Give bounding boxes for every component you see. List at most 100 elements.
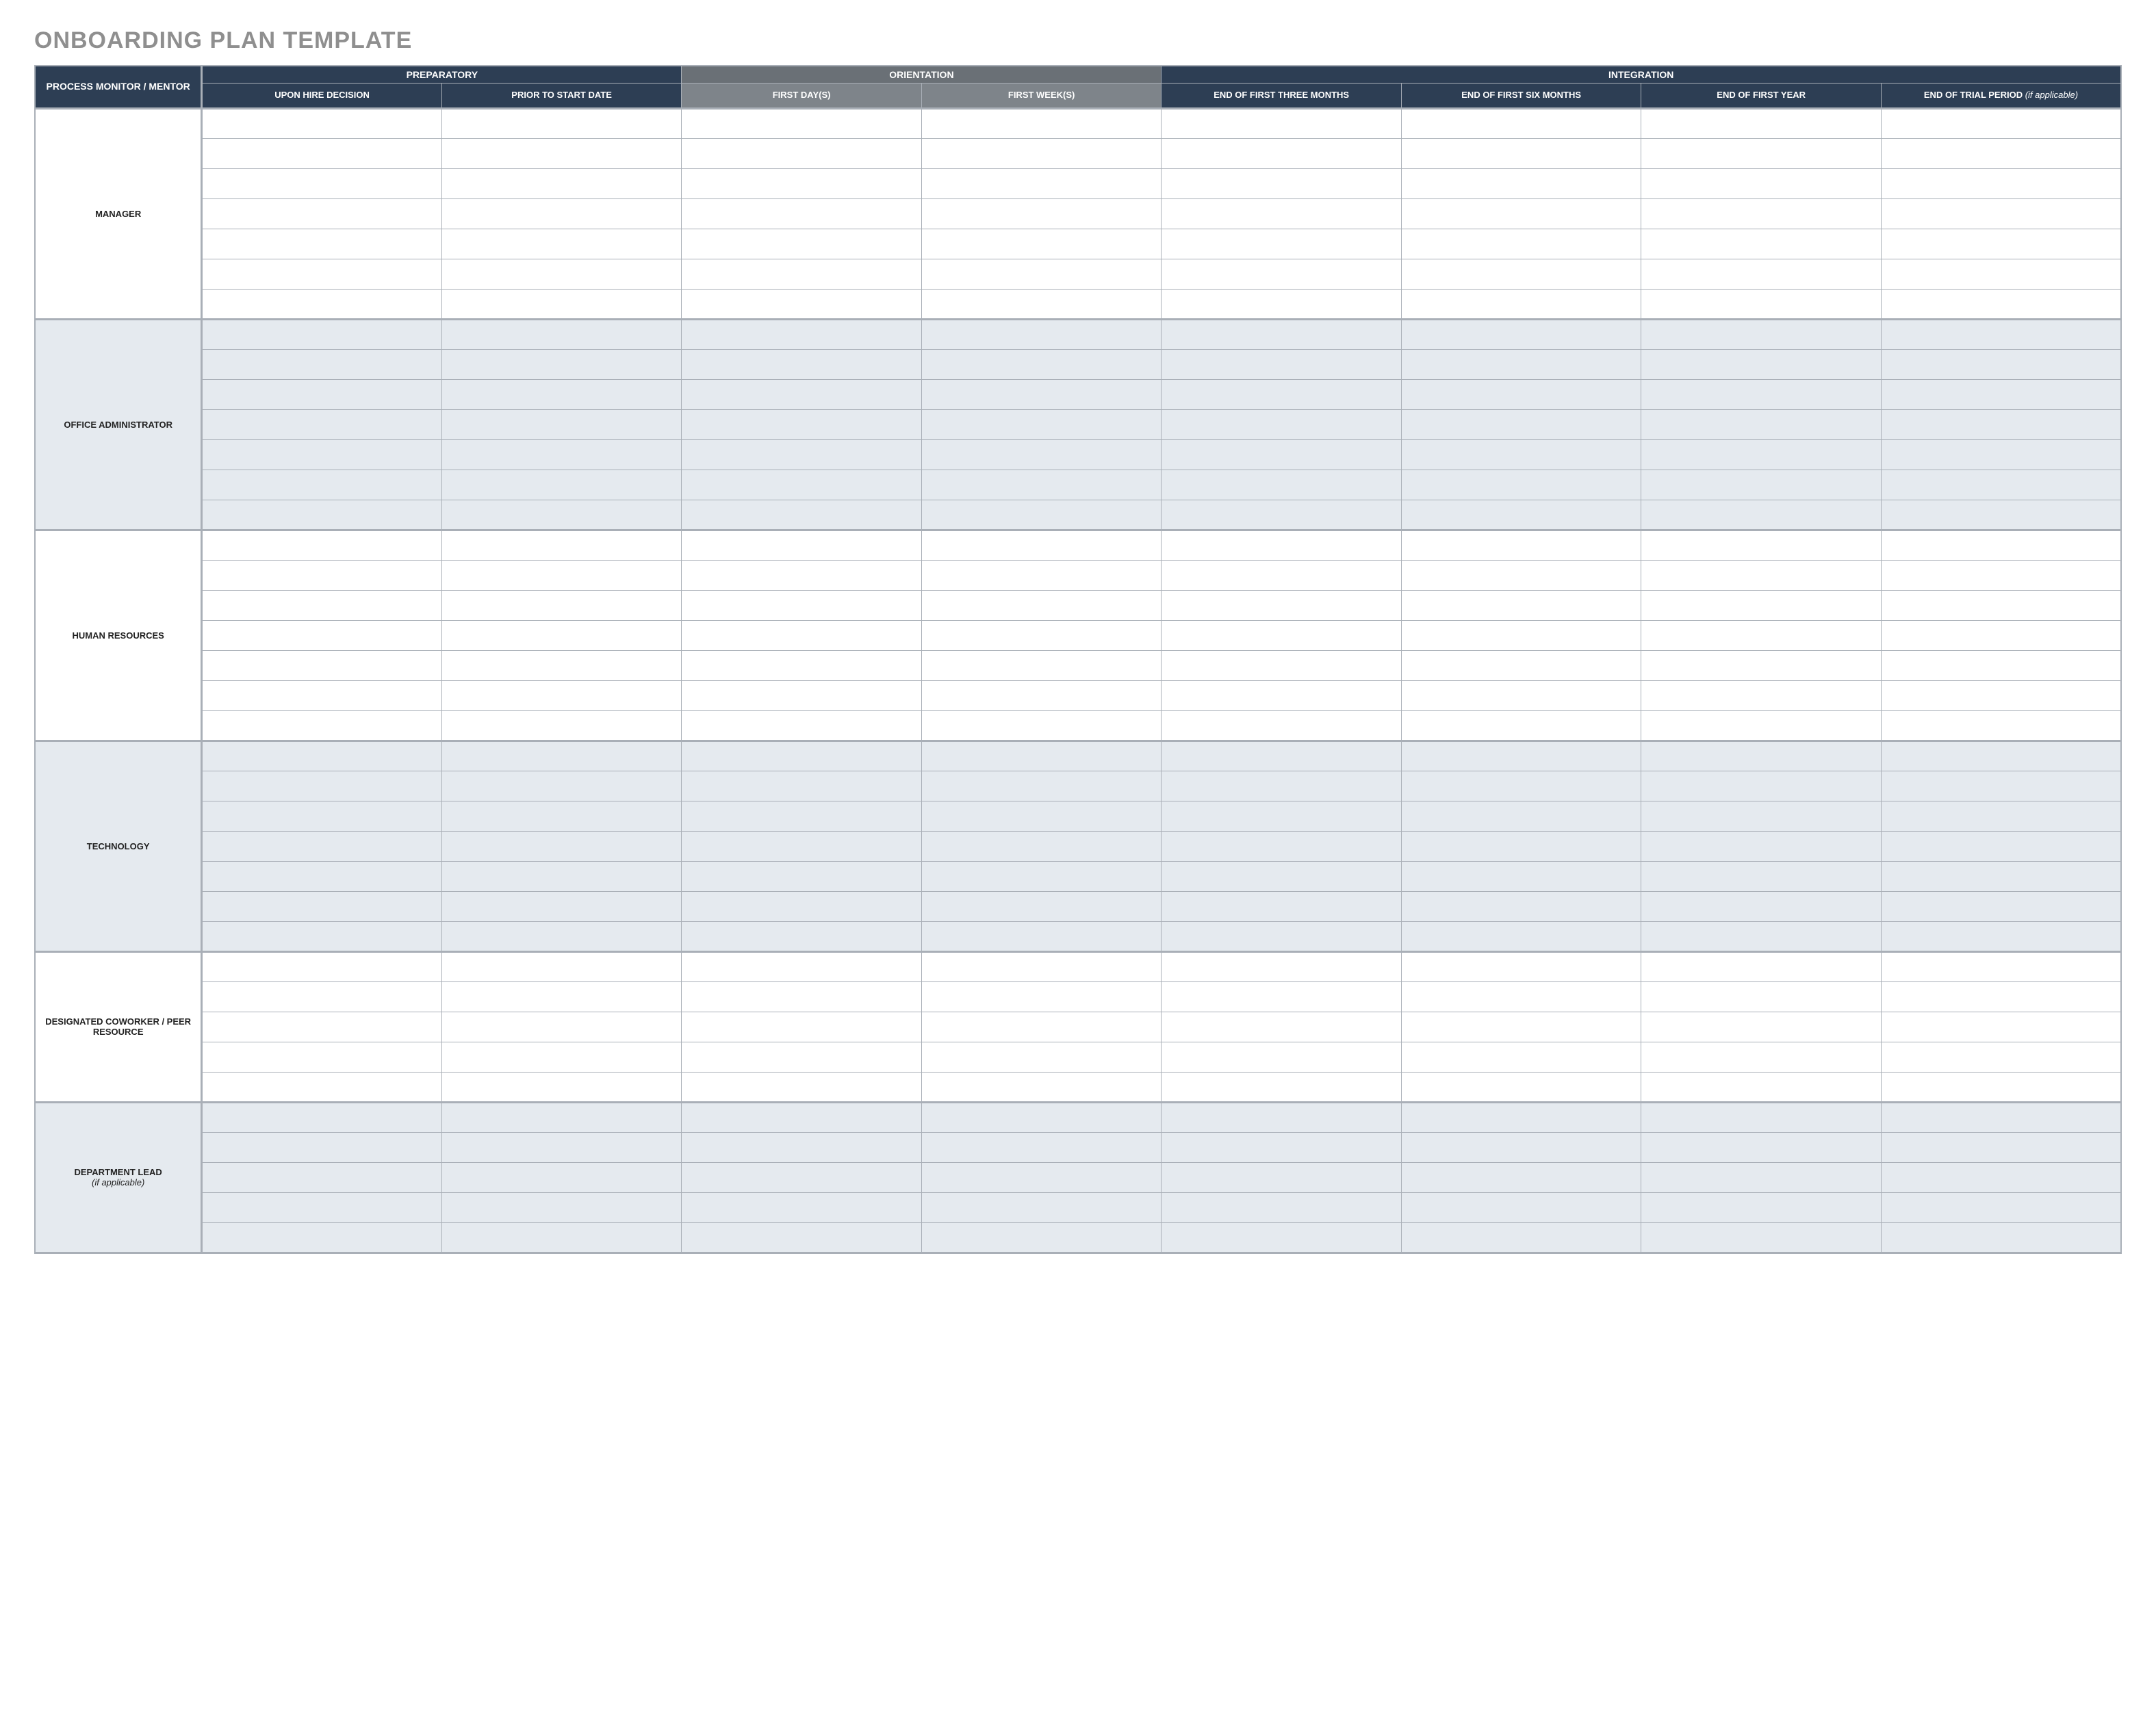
cell[interactable] xyxy=(1401,590,1641,620)
cell[interactable] xyxy=(441,530,682,560)
cell[interactable] xyxy=(441,981,682,1012)
cell[interactable] xyxy=(1401,319,1641,349)
cell[interactable] xyxy=(1162,710,1402,741)
cell[interactable] xyxy=(441,439,682,470)
cell[interactable] xyxy=(1162,1102,1402,1132)
cell[interactable] xyxy=(1401,500,1641,530)
cell[interactable] xyxy=(1641,138,1882,168)
cell[interactable] xyxy=(1641,530,1882,560)
cell[interactable] xyxy=(1881,1192,2121,1222)
cell[interactable] xyxy=(921,1132,1162,1162)
cell[interactable] xyxy=(441,921,682,951)
cell[interactable] xyxy=(1641,680,1882,710)
cell[interactable] xyxy=(1641,1192,1882,1222)
cell[interactable] xyxy=(1641,108,1882,138)
cell[interactable] xyxy=(202,470,442,500)
cell[interactable] xyxy=(202,891,442,921)
cell[interactable] xyxy=(921,680,1162,710)
cell[interactable] xyxy=(682,379,922,409)
cell[interactable] xyxy=(921,108,1162,138)
cell[interactable] xyxy=(441,1072,682,1102)
cell[interactable] xyxy=(1401,891,1641,921)
cell[interactable] xyxy=(921,650,1162,680)
cell[interactable] xyxy=(1641,259,1882,289)
cell[interactable] xyxy=(1641,1102,1882,1132)
cell[interactable] xyxy=(1401,229,1641,259)
cell[interactable] xyxy=(1881,259,2121,289)
cell[interactable] xyxy=(1881,951,2121,981)
cell[interactable] xyxy=(682,680,922,710)
cell[interactable] xyxy=(441,891,682,921)
cell[interactable] xyxy=(202,801,442,831)
cell[interactable] xyxy=(1641,650,1882,680)
cell[interactable] xyxy=(1401,710,1641,741)
cell[interactable] xyxy=(921,198,1162,229)
cell[interactable] xyxy=(1162,951,1402,981)
cell[interactable] xyxy=(1881,1102,2121,1132)
cell[interactable] xyxy=(202,138,442,168)
cell[interactable] xyxy=(202,530,442,560)
cell[interactable] xyxy=(1401,921,1641,951)
cell[interactable] xyxy=(202,379,442,409)
cell[interactable] xyxy=(1641,560,1882,590)
cell[interactable] xyxy=(1881,319,2121,349)
cell[interactable] xyxy=(441,741,682,771)
cell[interactable] xyxy=(682,319,922,349)
cell[interactable] xyxy=(682,590,922,620)
cell[interactable] xyxy=(441,229,682,259)
cell[interactable] xyxy=(441,259,682,289)
cell[interactable] xyxy=(202,108,442,138)
cell[interactable] xyxy=(1641,229,1882,259)
cell[interactable] xyxy=(441,198,682,229)
cell[interactable] xyxy=(1881,1042,2121,1072)
cell[interactable] xyxy=(202,741,442,771)
cell[interactable] xyxy=(202,680,442,710)
cell[interactable] xyxy=(1881,981,2121,1012)
cell[interactable] xyxy=(1162,138,1402,168)
cell[interactable] xyxy=(682,891,922,921)
cell[interactable] xyxy=(1401,138,1641,168)
cell[interactable] xyxy=(441,861,682,891)
cell[interactable] xyxy=(921,349,1162,379)
cell[interactable] xyxy=(682,771,922,801)
cell[interactable] xyxy=(1401,1162,1641,1192)
cell[interactable] xyxy=(921,530,1162,560)
cell[interactable] xyxy=(921,620,1162,650)
cell[interactable] xyxy=(1881,1132,2121,1162)
cell[interactable] xyxy=(1881,560,2121,590)
cell[interactable] xyxy=(1162,1162,1402,1192)
cell[interactable] xyxy=(682,198,922,229)
cell[interactable] xyxy=(441,168,682,198)
cell[interactable] xyxy=(1881,1222,2121,1253)
cell[interactable] xyxy=(682,409,922,439)
cell[interactable] xyxy=(441,710,682,741)
cell[interactable] xyxy=(1162,530,1402,560)
cell[interactable] xyxy=(441,590,682,620)
cell[interactable] xyxy=(1162,259,1402,289)
cell[interactable] xyxy=(682,289,922,319)
cell[interactable] xyxy=(1641,891,1882,921)
cell[interactable] xyxy=(921,1102,1162,1132)
cell[interactable] xyxy=(1881,801,2121,831)
cell[interactable] xyxy=(1401,259,1641,289)
cell[interactable] xyxy=(1162,500,1402,530)
cell[interactable] xyxy=(682,349,922,379)
cell[interactable] xyxy=(441,1042,682,1072)
cell[interactable] xyxy=(1641,168,1882,198)
cell[interactable] xyxy=(202,349,442,379)
cell[interactable] xyxy=(1641,951,1882,981)
cell[interactable] xyxy=(1162,680,1402,710)
cell[interactable] xyxy=(202,981,442,1012)
cell[interactable] xyxy=(921,1012,1162,1042)
cell[interactable] xyxy=(1162,741,1402,771)
cell[interactable] xyxy=(1881,650,2121,680)
cell[interactable] xyxy=(441,680,682,710)
cell[interactable] xyxy=(921,560,1162,590)
cell[interactable] xyxy=(1162,470,1402,500)
cell[interactable] xyxy=(1401,771,1641,801)
cell[interactable] xyxy=(1401,1072,1641,1102)
cell[interactable] xyxy=(1881,590,2121,620)
cell[interactable] xyxy=(202,1132,442,1162)
cell[interactable] xyxy=(1641,831,1882,861)
cell[interactable] xyxy=(202,710,442,741)
